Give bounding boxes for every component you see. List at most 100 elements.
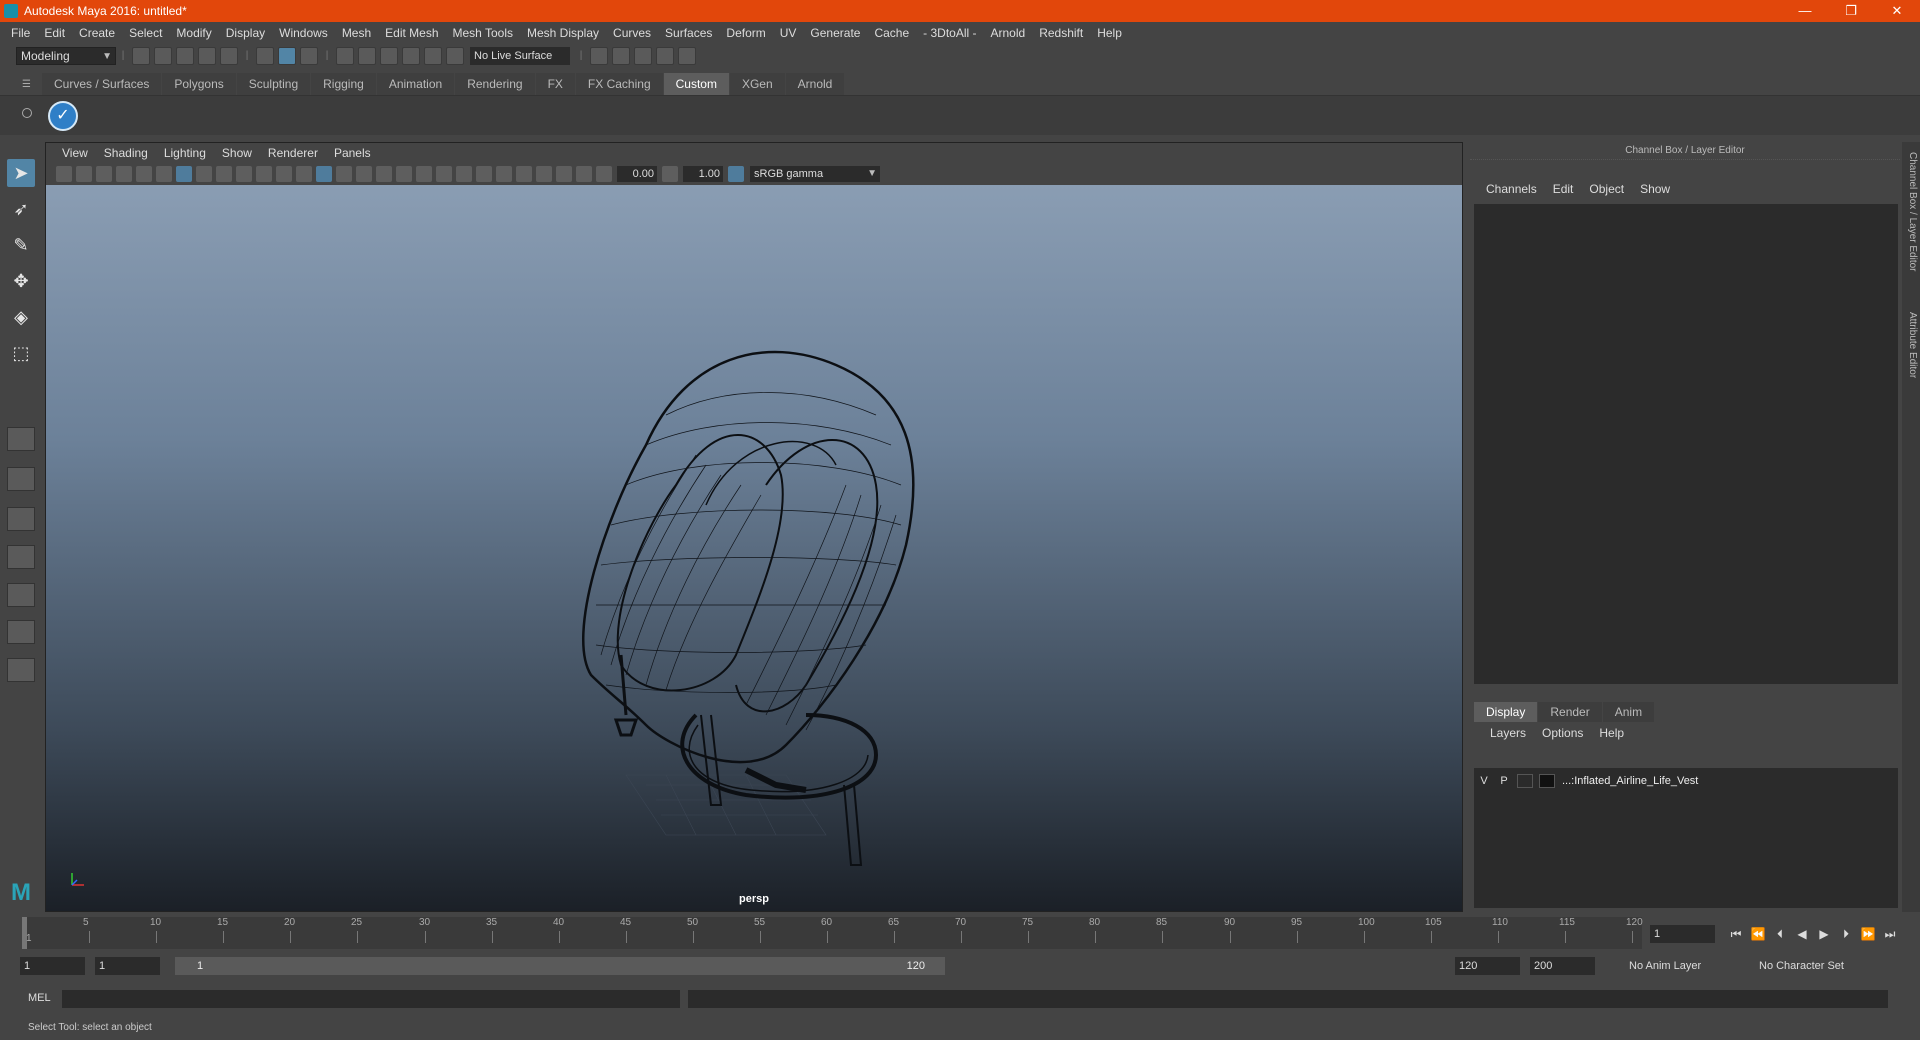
ipr-render-icon[interactable] [634,47,652,65]
ambient-occlusion-icon[interactable] [436,166,452,182]
wireframe-icon[interactable] [316,166,332,182]
gate-mask-icon[interactable] [236,166,252,182]
move-tool[interactable]: ✥ [7,267,35,295]
channel-list[interactable] [1474,204,1898,684]
magnet-icon[interactable] [446,47,464,65]
shelf-tab-polygons[interactable]: Polygons [162,73,236,95]
camera-attributes-icon[interactable] [76,166,92,182]
shelf-tab-rigging[interactable]: Rigging [311,73,376,95]
panel-menu-show[interactable]: Show [214,146,260,160]
render-view-icon[interactable] [590,47,608,65]
menu-3dtoall[interactable]: - 3DtoAll - [916,22,983,44]
menu-deform[interactable]: Deform [719,22,772,44]
menu-curves[interactable]: Curves [606,22,658,44]
gamma-field[interactable]: 1.00 [683,166,723,182]
custom-layout-button[interactable] [7,658,35,682]
camera-icon[interactable] [56,166,72,182]
image-plane-icon[interactable] [116,166,132,182]
gamma-icon[interactable] [662,166,678,182]
save-scene-icon[interactable] [176,47,194,65]
side-tab-channel-box[interactable]: Channel Box / Layer Editor [1904,152,1918,272]
menu-windows[interactable]: Windows [272,22,335,44]
shelf-tab-curves-surfaces[interactable]: Curves / Surfaces [42,73,162,95]
channel-menu-edit[interactable]: Edit [1545,182,1582,196]
open-scene-icon[interactable] [154,47,172,65]
live-surface-field[interactable]: No Live Surface [470,47,570,65]
animation-start-field[interactable]: 1 [20,957,85,975]
graph-layout-button[interactable] [7,583,35,607]
menu-generate[interactable]: Generate [803,22,867,44]
layer-type-toggle[interactable] [1517,774,1533,788]
grease-pencil-icon[interactable] [156,166,172,182]
layer-visibility-toggle[interactable]: V [1474,775,1494,787]
xray-joints-icon[interactable] [556,166,572,182]
menu-edit[interactable]: Edit [37,22,72,44]
shelf-tab-fx[interactable]: FX [535,73,575,95]
outliner-layout-button[interactable] [7,545,35,569]
safe-action-icon[interactable] [276,166,292,182]
select-object-icon[interactable] [278,47,296,65]
two-pane-layout-button[interactable] [7,507,35,531]
layer-menu-help[interactable]: Help [1591,726,1632,740]
single-pane-layout-button[interactable] [7,427,35,451]
animation-end-field[interactable]: 200 [1530,957,1595,975]
menu-mesh-display[interactable]: Mesh Display [520,22,606,44]
field-chart-icon[interactable] [256,166,272,182]
snap-point-icon[interactable] [380,47,398,65]
menu-uv[interactable]: UV [773,22,804,44]
channel-menu-channels[interactable]: Channels [1478,182,1545,196]
snap-curve-icon[interactable] [358,47,376,65]
custom-shelf-tool-icon[interactable]: ✓ [48,101,78,131]
menu-mesh-tools[interactable]: Mesh Tools [446,22,520,44]
close-button[interactable]: ✕ [1874,0,1920,22]
anim-layer-selector[interactable]: No Anim Layer [1625,957,1735,975]
grid-icon[interactable] [176,166,192,182]
panel-menu-renderer[interactable]: Renderer [260,146,326,160]
shelf-tab-fx-caching[interactable]: FX Caching [575,73,663,95]
textured-icon[interactable] [376,166,392,182]
layer-menu-layers[interactable]: Layers [1482,726,1534,740]
shelf-tab-xgen[interactable]: XGen [729,73,785,95]
menu-cache[interactable]: Cache [867,22,916,44]
snap-live-icon[interactable] [424,47,442,65]
menu-redshift[interactable]: Redshift [1032,22,1090,44]
panel-menu-panels[interactable]: Panels [326,146,379,160]
two-d-pan-icon[interactable] [136,166,152,182]
menu-edit-mesh[interactable]: Edit Mesh [378,22,445,44]
shelf-tab-arnold[interactable]: Arnold [785,73,845,95]
layer-menu-options[interactable]: Options [1534,726,1591,740]
rotate-tool[interactable]: ◈ [7,303,35,331]
range-slider-bar[interactable]: 1 120 [175,957,945,975]
four-pane-layout-button[interactable] [7,467,35,491]
menu-file[interactable]: File [4,22,37,44]
menu-select[interactable]: Select [122,22,169,44]
select-hierarchy-icon[interactable] [256,47,274,65]
scale-tool[interactable]: ⬚ [7,339,35,367]
channel-menu-show[interactable]: Show [1632,182,1678,196]
menu-surfaces[interactable]: Surfaces [658,22,719,44]
color-management-icon[interactable] [728,166,744,182]
menu-set-selector[interactable]: Modeling ▼ [16,47,116,65]
menu-arnold[interactable]: Arnold [984,22,1033,44]
smooth-shade-icon[interactable] [336,166,352,182]
exposure-icon[interactable] [596,166,612,182]
xray-components-icon[interactable] [576,166,592,182]
script-language-toggle[interactable]: MEL [28,992,51,1004]
layer-row[interactable]: V P ...:Inflated_Airline_Life_Vest [1474,772,1898,790]
layer-tab-anim[interactable]: Anim [1602,702,1655,722]
channel-menu-object[interactable]: Object [1581,182,1632,196]
resolution-gate-icon[interactable] [216,166,232,182]
shelf-tab-custom[interactable]: Custom [663,73,729,95]
playback-start-field[interactable]: 1 [95,957,160,975]
snap-view-plane-icon[interactable] [402,47,420,65]
play-backward-button[interactable]: ◀ [1791,925,1813,943]
depth-of-field-icon[interactable] [496,166,512,182]
shelf-tab-sculpting[interactable]: Sculpting [236,73,311,95]
layer-playback-toggle[interactable]: P [1494,775,1514,787]
time-slider-track[interactable]: 1 5 10 15 20 25 30 35 40 45 50 55 60 65 70 75 80 85 90 95 1… [22,917,1643,949]
play-forward-button[interactable]: ▶ [1813,925,1835,943]
menu-help[interactable]: Help [1090,22,1129,44]
undo-icon[interactable] [198,47,216,65]
render-frame-icon[interactable] [612,47,630,65]
go-to-end-button[interactable]: ⏭ [1879,925,1901,943]
